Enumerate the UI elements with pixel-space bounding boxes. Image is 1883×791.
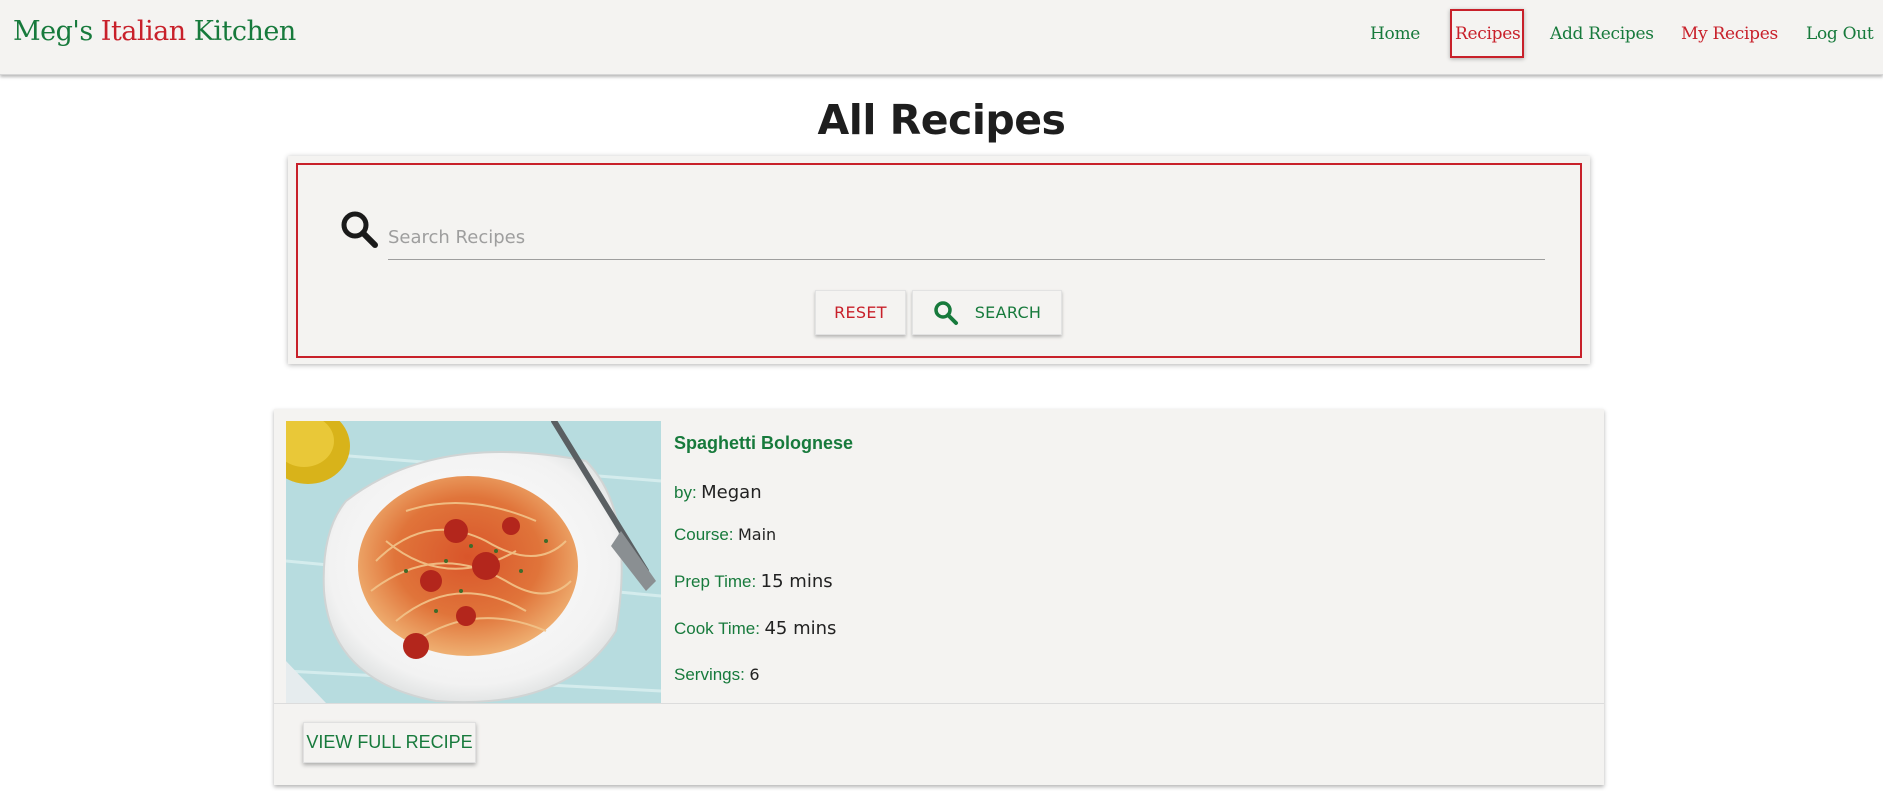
brand-logo[interactable]: Meg's Italian Kitchen xyxy=(13,16,296,47)
reset-button[interactable]: RESET xyxy=(815,290,906,335)
search-icon xyxy=(933,300,958,325)
brand-part-2: Italian xyxy=(100,16,186,47)
nav-log-out[interactable]: Log Out xyxy=(1806,24,1874,44)
prep-label: Prep Time: xyxy=(674,572,757,591)
card-divider xyxy=(274,703,1604,704)
recipe-title: Spaghetti Bolognese xyxy=(674,433,854,453)
recipe-prep-time: Prep Time: 15 mins xyxy=(674,571,833,592)
navbar: Meg's Italian Kitchen Home Recipes Add R… xyxy=(0,0,1883,75)
cook-value: 45 mins xyxy=(764,618,837,639)
brand-part-3: Kitchen xyxy=(185,16,297,47)
page-title: All Recipes xyxy=(817,96,1066,144)
brand-part-1: Meg's xyxy=(13,16,101,47)
recipe-image xyxy=(286,421,661,703)
course-label: Course: xyxy=(674,525,734,544)
author-value: Megan xyxy=(701,482,762,503)
servings-value: 6 xyxy=(749,665,760,684)
nav-recipes[interactable]: Recipes xyxy=(1455,24,1521,44)
nav-add-recipes[interactable]: Add Recipes xyxy=(1550,24,1654,44)
spaghetti-plate-image xyxy=(286,421,661,703)
cook-label: Cook Time: xyxy=(674,619,760,638)
view-full-recipe-button[interactable]: VIEW FULL RECIPE xyxy=(303,722,476,763)
servings-label: Servings: xyxy=(674,665,745,684)
prep-value: 15 mins xyxy=(760,571,833,592)
recipe-servings: Servings: 6 xyxy=(674,665,760,685)
course-value: Main xyxy=(737,525,777,544)
nav-my-recipes[interactable]: My Recipes xyxy=(1681,24,1778,44)
recipe-cook-time: Cook Time: 45 mins xyxy=(674,618,836,639)
search-button-label: SEARCH xyxy=(974,303,1042,322)
recipe-author: by: Megan xyxy=(674,482,762,503)
search-input[interactable] xyxy=(388,216,1545,260)
search-button[interactable]: SEARCH xyxy=(912,290,1062,335)
nav-home[interactable]: Home xyxy=(1370,24,1420,44)
recipe-course: Course: Main xyxy=(674,525,776,545)
search-icon xyxy=(341,211,378,248)
author-label: by: xyxy=(674,483,697,502)
